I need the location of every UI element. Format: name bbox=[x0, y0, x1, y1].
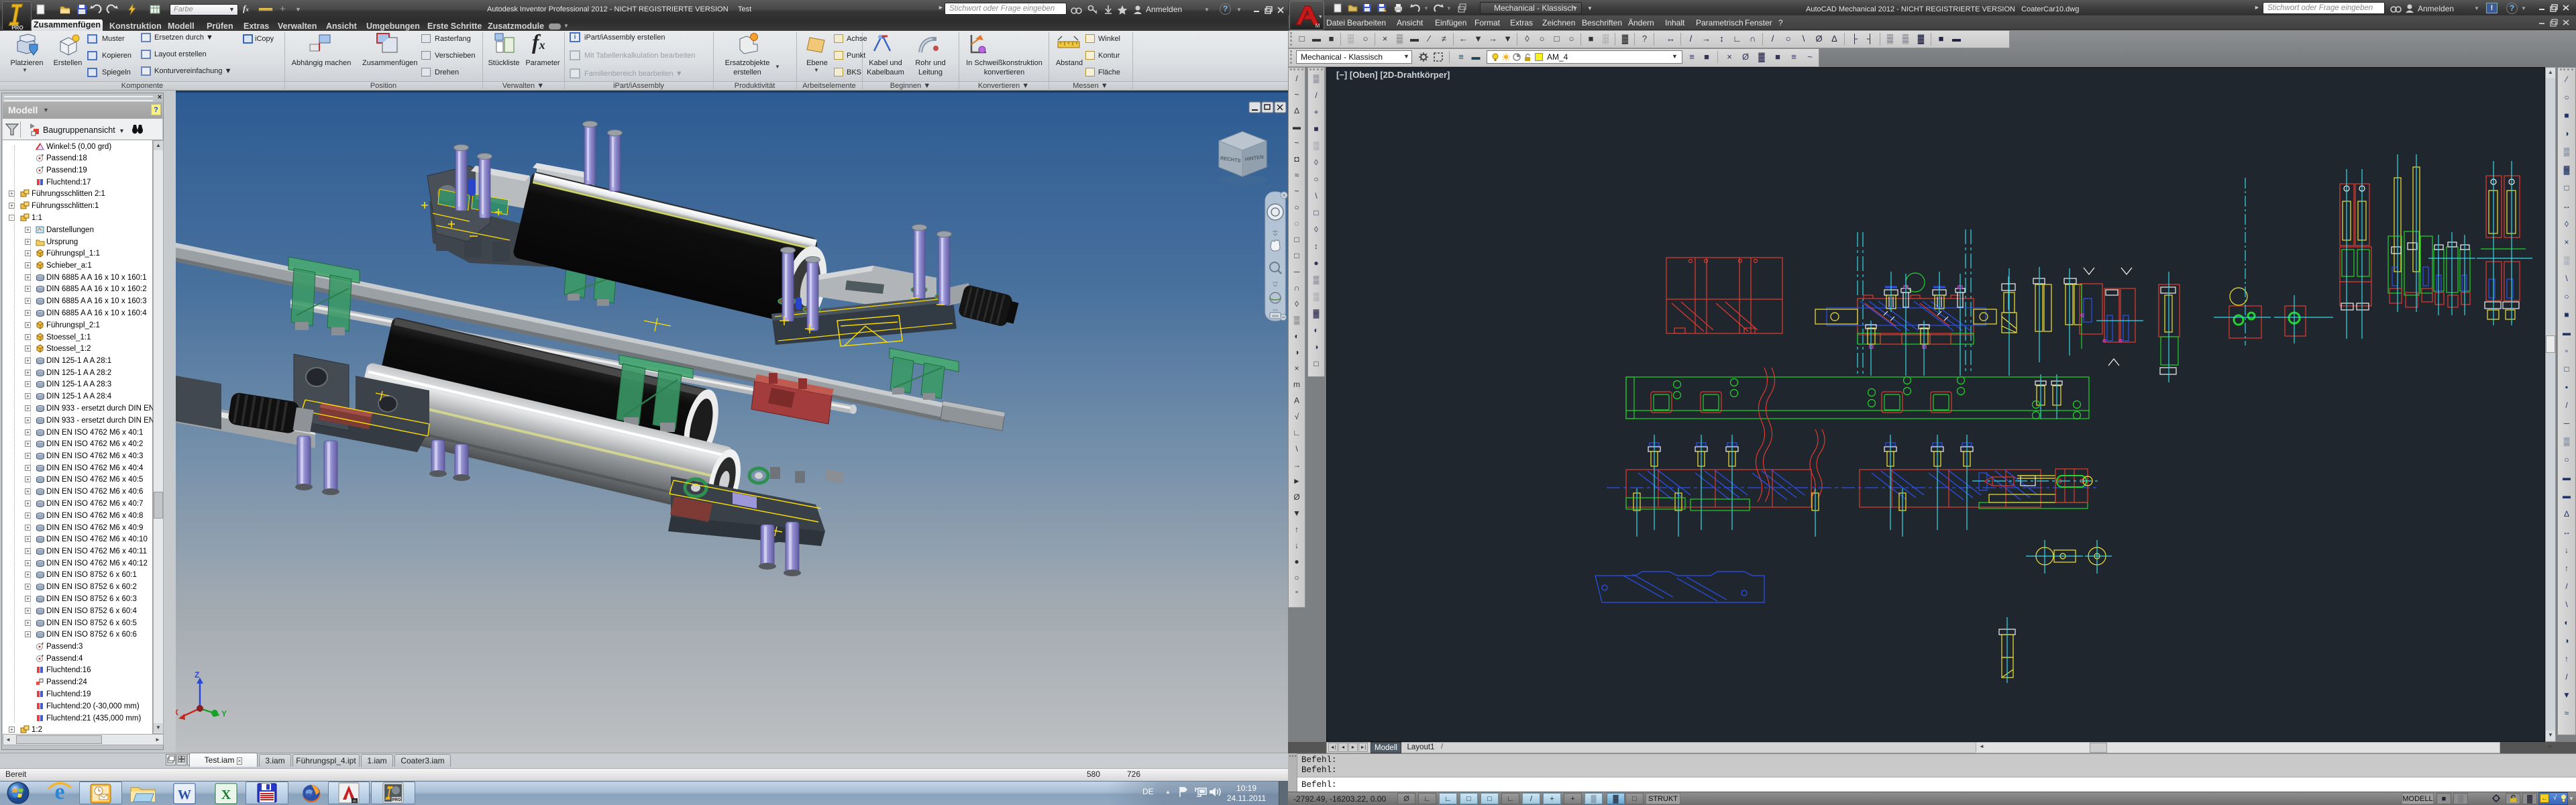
svg-text:Z: Z bbox=[195, 670, 199, 680]
svg-text:M: M bbox=[1316, 23, 1320, 29]
svg-text:W: W bbox=[178, 788, 191, 802]
svg-text:m: m bbox=[353, 800, 356, 804]
svg-text:PRO: PRO bbox=[11, 25, 23, 30]
svg-text:Y: Y bbox=[221, 709, 227, 718]
svg-text:PRO: PRO bbox=[392, 798, 400, 802]
svg-text:X: X bbox=[221, 788, 231, 802]
svg-text:X: X bbox=[176, 708, 178, 717]
